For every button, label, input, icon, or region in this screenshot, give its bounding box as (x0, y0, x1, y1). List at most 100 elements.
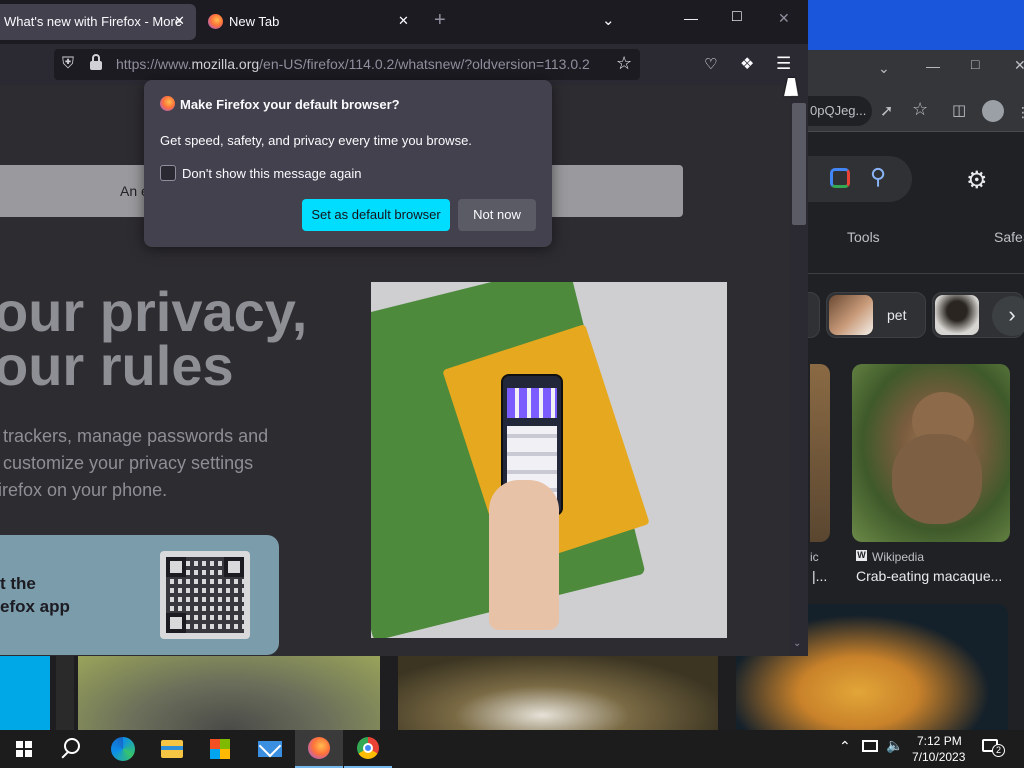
firefox-taskbar-button[interactable] (295, 730, 343, 768)
chrome-titlebar: ⌄ — □ ✕ (808, 50, 1024, 88)
search-tools-row: Tools SafeS (808, 222, 1024, 274)
tab-close-icon[interactable]: ✕ (174, 13, 185, 29)
chip-label: pet (887, 307, 907, 323)
popup-body: Get speed, safety, and privacy every tim… (160, 133, 472, 148)
profile-avatar-icon[interactable] (982, 100, 1004, 122)
default-browser-doorhanger: Make Firefox your default browser? Get s… (144, 80, 552, 247)
search-icon[interactable]: ⚲ (870, 164, 886, 190)
url-prefix: https://www. (116, 56, 192, 72)
dont-show-again-checkbox[interactable] (160, 165, 176, 181)
set-as-default-button[interactable]: Set as default browser (302, 199, 450, 231)
file-explorer-icon[interactable] (148, 730, 196, 768)
pocket-icon[interactable]: ♡ (704, 55, 717, 73)
chrome-omnibox[interactable]: 0pQJeg... (808, 96, 872, 126)
url-text[interactable]: https://www.mozilla.org/en-US/firefox/11… (116, 49, 596, 80)
get-app-card[interactable]: t the efox app (0, 535, 279, 655)
scrollbar-thumb[interactable] (792, 103, 806, 225)
qr-finder (224, 557, 244, 577)
firefox-logo-icon (208, 14, 223, 29)
hero-phone-image (371, 282, 727, 638)
chrome-taskbar-button[interactable] (344, 730, 392, 768)
popup-title: Make Firefox your default browser? (180, 97, 400, 112)
result-image-monkey-gray[interactable] (78, 656, 380, 730)
settings-gear-icon[interactable]: ⚙ (966, 166, 988, 195)
apps-grid-icon[interactable]: ⋮ (1016, 168, 1024, 193)
chevron-right-icon[interactable]: › (992, 296, 1024, 336)
phone-app-icons (507, 388, 557, 418)
share-icon[interactable]: ➚ (880, 101, 893, 121)
qr-code (160, 551, 250, 639)
mail-icon[interactable] (246, 730, 294, 768)
chevron-down-icon[interactable]: ⌄ (878, 60, 890, 77)
monkey-body-shape (892, 434, 982, 524)
result-image-blue[interactable] (0, 656, 50, 730)
not-now-button[interactable]: Not now (458, 199, 536, 231)
search-icon[interactable] (48, 730, 96, 768)
tools-tab[interactable]: Tools (847, 229, 880, 245)
volume-muted-icon[interactable]: 🔈 (886, 737, 903, 754)
firefox-logo-icon (308, 737, 330, 759)
notification-count-badge: 2 (992, 744, 1005, 757)
clock-time[interactable]: 7:12 PM (917, 734, 962, 748)
wikipedia-icon: W (856, 550, 867, 561)
result-title-partial[interactable]: |... (812, 568, 827, 584)
lock-icon[interactable] (90, 54, 102, 70)
qr-finder (166, 557, 186, 577)
minimize-icon[interactable]: — (926, 58, 940, 74)
maximize-icon[interactable]: □ (732, 8, 742, 26)
dont-show-again-label[interactable]: Don't show this message again (182, 166, 362, 181)
tab-close-icon[interactable]: ✕ (398, 13, 409, 29)
tracking-protection-shield-icon[interactable]: ⛨ (62, 55, 74, 73)
crab-eating-macaque-image[interactable] (852, 364, 1010, 542)
tab-title: What's new with Firefox - More (4, 14, 183, 29)
filter-chip-pet[interactable]: pet (826, 292, 926, 338)
scroll-down-arrow-icon[interactable]: ⌄ (793, 638, 801, 649)
edge-browser-icon[interactable] (98, 730, 146, 768)
hero-heading-line1: our privacy, (0, 280, 308, 343)
clock-date[interactable]: 7/10/2023 (912, 750, 965, 764)
app-card-line2: efox app (0, 597, 70, 616)
tab-title: New Tab (229, 14, 280, 29)
show-hidden-icons-chevron-icon[interactable]: ⌃ (839, 738, 851, 755)
result-image-partial[interactable] (810, 364, 830, 542)
close-icon[interactable]: ✕ (1014, 57, 1024, 74)
result-image-squirrel-monkey[interactable] (398, 656, 718, 730)
hamburger-menu-icon[interactable]: ☰ (776, 54, 791, 74)
close-window-icon[interactable]: ✕ (778, 10, 790, 27)
side-panel-icon[interactable]: ◫ (952, 101, 966, 119)
google-search-bar[interactable]: ⚲ (808, 156, 912, 202)
hero-paragraph-line2: customize your privacy settings (0, 453, 254, 473)
url-path: /en-US/firefox/114.0.2/whatsnew/?oldvers… (259, 56, 590, 72)
url-domain: mozilla.org (191, 56, 260, 72)
pet-chip-thumbnail (829, 295, 873, 335)
action-center-icon[interactable]: 2 (980, 737, 1005, 757)
list-all-tabs-chevron-icon[interactable]: ⌄ (602, 11, 615, 29)
extensions-puzzle-icon[interactable]: ❖ (740, 54, 754, 74)
result-source: Wikipedia (872, 550, 925, 564)
result-source-partial: ic (810, 550, 819, 564)
tab-new-tab[interactable]: New Tab (200, 4, 420, 40)
hero-paragraph-line3: irefox on your phone. (0, 480, 168, 500)
bookmark-star-icon[interactable]: ☆ (912, 99, 928, 120)
result-title[interactable]: Crab-eating macaque... (856, 568, 1002, 584)
safesearch-tab[interactable]: SafeS (994, 229, 1024, 245)
hero-heading-line2: our rules (0, 334, 234, 397)
google-lens-icon[interactable] (830, 168, 850, 188)
microsoft-store-icon[interactable] (196, 730, 244, 768)
app-card-line1: t the (0, 574, 36, 593)
qr-finder (166, 613, 186, 633)
desktop-blue-strip (808, 0, 1024, 50)
hero-paragraph-line1: trackers, manage passwords and (0, 426, 269, 446)
maximize-icon[interactable]: □ (971, 56, 979, 72)
firefox-logo-icon (160, 96, 175, 111)
page-scrollbar[interactable]: ⌄ (790, 85, 808, 656)
minimize-icon[interactable]: — (684, 10, 698, 26)
bookmark-star-icon[interactable]: ☆ (616, 53, 632, 74)
new-tab-plus-icon[interactable]: + (434, 9, 446, 32)
chimp-chip-thumbnail (935, 295, 979, 335)
network-icon[interactable] (862, 740, 878, 752)
chrome-menu-icon[interactable]: ⋮ (1016, 104, 1024, 120)
image-gap (56, 656, 74, 730)
tab-whats-new[interactable]: What's new with Firefox - More (0, 4, 196, 40)
start-button[interactable] (0, 730, 48, 768)
